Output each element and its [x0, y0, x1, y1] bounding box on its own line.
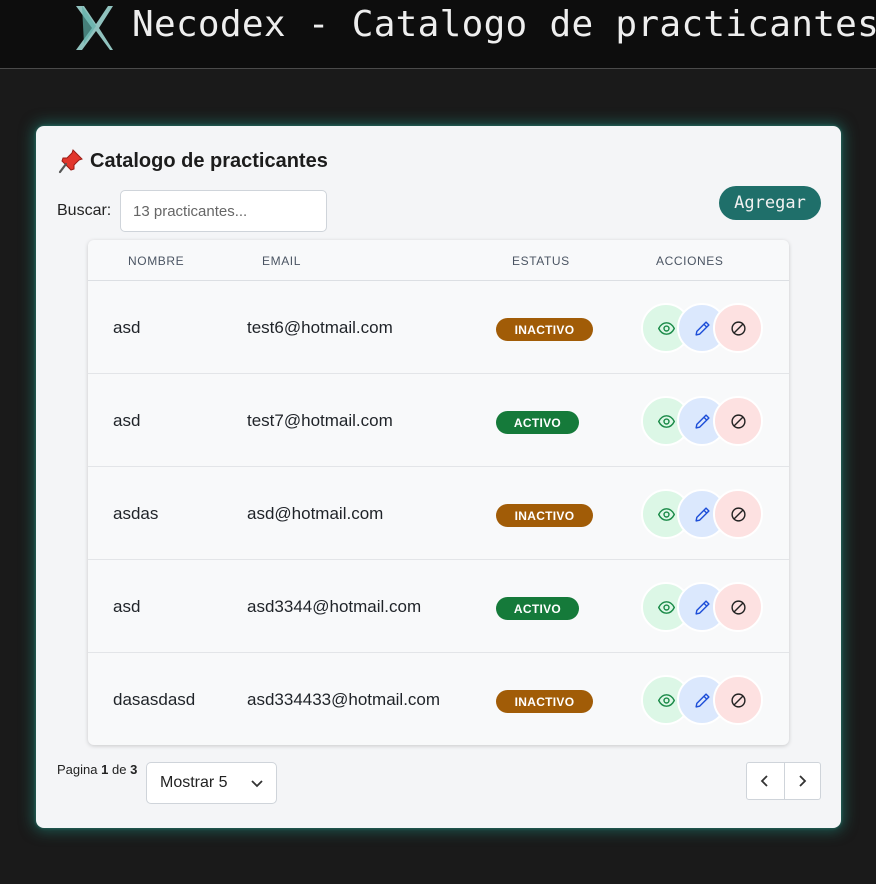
next-page-button[interactable]	[783, 763, 821, 799]
pencil-icon	[694, 599, 710, 615]
column-header-email: EMAIL	[262, 254, 302, 268]
disable-icon	[730, 599, 746, 615]
status-badge: INACTIVO	[496, 690, 593, 713]
table-row: asd asd3344@hotmail.com ACTIVO	[88, 560, 789, 653]
disable-icon	[730, 692, 746, 708]
disable-button[interactable]	[713, 396, 763, 446]
table-row: asd test7@hotmail.com ACTIVO	[88, 374, 789, 467]
page-size-value: Mostrar 5	[160, 774, 228, 791]
cell-email: test7@hotmail.com	[247, 411, 393, 430]
disable-icon	[730, 413, 746, 429]
cell-name: asd	[113, 411, 141, 430]
cell-name: dasasdasd	[113, 690, 196, 709]
page-label: Pagina	[57, 762, 98, 777]
add-button[interactable]: Agregar	[719, 186, 821, 220]
cell-email: test6@hotmail.com	[247, 318, 393, 337]
chevron-down-icon	[251, 780, 263, 788]
chevron-right-icon	[799, 775, 807, 787]
of-label: de	[111, 762, 127, 777]
disable-button[interactable]	[713, 582, 763, 632]
table-row: asd test6@hotmail.com INACTIVO	[88, 281, 789, 374]
disable-icon	[730, 320, 746, 336]
column-header-estatus: ESTATUS	[512, 254, 570, 268]
card-title: Catalogo de practicantes	[58, 148, 328, 174]
cell-email: asd3344@hotmail.com	[247, 597, 422, 616]
search-label: Buscar:	[57, 202, 112, 219]
page-navigation	[746, 762, 821, 800]
status-badge: ACTIVO	[496, 411, 579, 434]
cell-name: asdas	[113, 504, 159, 523]
table-row: asdas asd@hotmail.com INACTIVO	[88, 467, 789, 560]
eye-icon	[657, 600, 675, 614]
disable-icon	[730, 506, 746, 522]
status-badge: ACTIVO	[496, 597, 579, 620]
catalog-card: Catalogo de practicantes Buscar: Agregar…	[36, 126, 841, 828]
eye-icon	[657, 507, 675, 521]
cell-name: asd	[113, 597, 141, 616]
cell-name: asd	[113, 318, 141, 337]
status-badge: INACTIVO	[496, 504, 593, 527]
practicantes-table: NOMBRE EMAIL ESTATUS ACCIONES asd test6@…	[88, 240, 789, 745]
previous-page-button[interactable]	[747, 763, 784, 799]
cell-email: asd@hotmail.com	[247, 504, 384, 523]
top-bar: Necodex - Catalogo de practicantes	[0, 0, 876, 69]
app-title: Necodex - Catalogo de practicantes	[132, 4, 876, 45]
current-page: 1	[101, 762, 109, 777]
pagination-info: Pagina 1 de 3	[57, 762, 137, 777]
eye-icon	[657, 321, 675, 335]
pencil-icon	[694, 506, 710, 522]
necodex-logo-icon	[76, 6, 113, 50]
disable-button[interactable]	[713, 675, 763, 725]
total-pages: 3	[130, 762, 138, 777]
eye-icon	[657, 693, 675, 707]
table-header: NOMBRE EMAIL ESTATUS ACCIONES	[88, 240, 789, 281]
column-header-nombre: NOMBRE	[128, 254, 185, 268]
table-row: dasasdasd asd334433@hotmail.com INACTIVO	[88, 653, 789, 745]
eye-icon	[657, 414, 675, 428]
pushpin-icon	[58, 149, 83, 174]
pencil-icon	[694, 413, 710, 429]
chevron-left-icon	[760, 775, 768, 787]
page-size-select[interactable]: Mostrar 5	[146, 762, 277, 804]
status-badge: INACTIVO	[496, 318, 593, 341]
disable-button[interactable]	[713, 489, 763, 539]
disable-button[interactable]	[713, 303, 763, 353]
pencil-icon	[694, 320, 710, 336]
card-title-text: Catalogo de practicantes	[90, 149, 328, 172]
pencil-icon	[694, 692, 710, 708]
cell-email: asd334433@hotmail.com	[247, 690, 441, 709]
search-input[interactable]	[120, 190, 327, 232]
column-header-acciones: ACCIONES	[656, 254, 724, 268]
